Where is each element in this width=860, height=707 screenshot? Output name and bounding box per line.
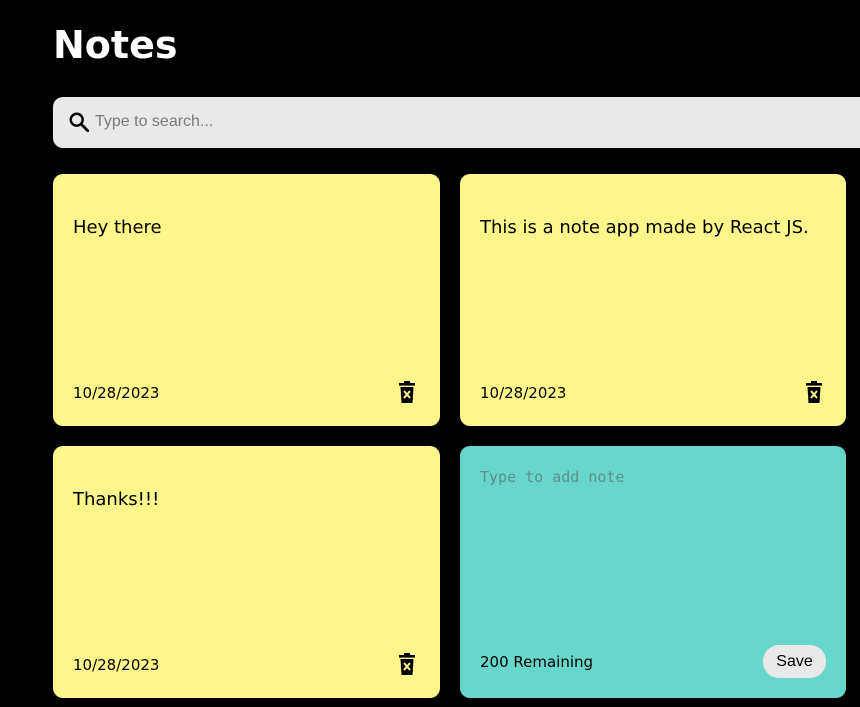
note-card: Hey there 10/28/2023 — [53, 174, 440, 426]
page-title: Notes — [53, 23, 178, 67]
note-text: This is a note app made by React JS. — [480, 217, 809, 238]
note-card: Thanks!!! 10/28/2023 — [53, 446, 440, 698]
search-bar — [53, 97, 860, 148]
delete-icon[interactable] — [399, 381, 415, 403]
note-card: This is a note app made by React JS. 10/… — [460, 174, 846, 426]
delete-icon[interactable] — [806, 381, 822, 403]
new-note-textarea[interactable] — [480, 468, 820, 618]
note-text: Hey there — [73, 217, 162, 238]
remaining-count: 200 Remaining — [480, 653, 594, 671]
note-text: Thanks!!! — [73, 489, 160, 510]
search-input[interactable] — [95, 110, 795, 134]
search-icon — [69, 112, 90, 133]
save-button[interactable]: Save — [763, 645, 826, 678]
delete-icon[interactable] — [399, 653, 415, 675]
new-note-card: 200 Remaining Save — [460, 446, 846, 698]
note-date: 10/28/2023 — [73, 384, 160, 402]
note-date: 10/28/2023 — [480, 384, 567, 402]
note-date: 10/28/2023 — [73, 656, 160, 674]
